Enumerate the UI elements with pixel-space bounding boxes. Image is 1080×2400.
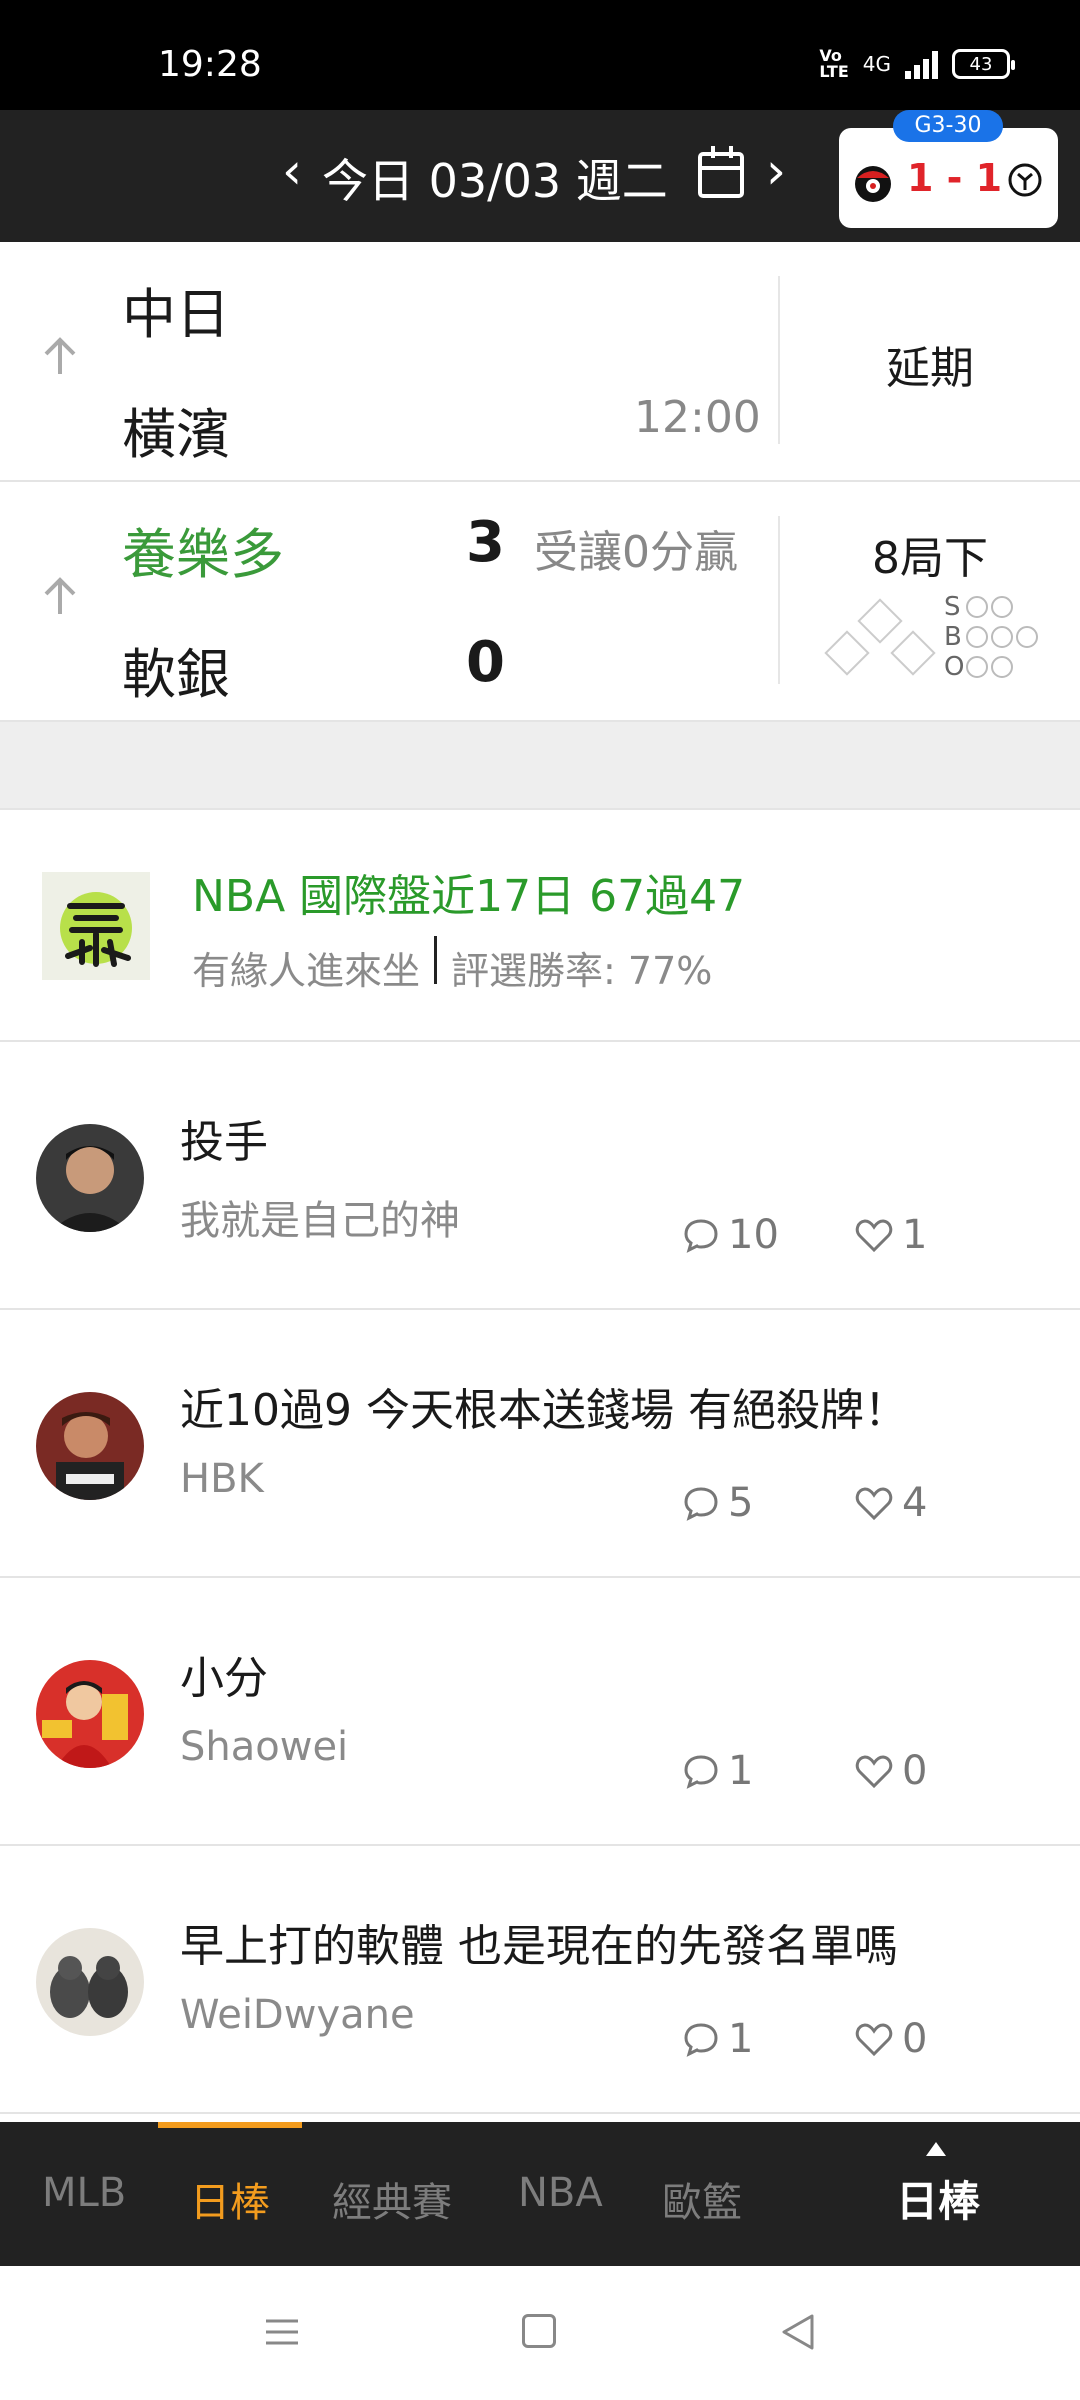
like-count-value: 1 xyxy=(902,1212,928,1258)
like-count[interactable]: 0 xyxy=(854,1748,927,1794)
next-day-button[interactable]: › xyxy=(766,142,786,200)
series-badge: G3-30 xyxy=(893,110,1003,142)
game-status: 8局下 xyxy=(872,533,988,584)
team-logo-icon xyxy=(1008,163,1042,197)
comment-count-value: 1 xyxy=(728,2016,754,2062)
comment-count[interactable]: 1 xyxy=(682,1748,753,1794)
home-score: 3 xyxy=(466,510,505,575)
network-label: 4G xyxy=(862,52,891,76)
battery-level: 43 xyxy=(969,53,993,75)
post-author: HBK xyxy=(180,1456,264,1502)
tab-wbc[interactable]: 經典賽 xyxy=(332,2170,452,2228)
heart-icon xyxy=(855,1487,893,1521)
divider xyxy=(434,936,438,984)
expand-up-icon[interactable] xyxy=(926,2142,946,2156)
avatar xyxy=(36,1392,144,1500)
comment-count-value: 1 xyxy=(728,1748,754,1794)
tipster-logo-icon xyxy=(42,872,150,980)
signal-icon xyxy=(905,49,938,79)
calendar-icon[interactable] xyxy=(698,146,744,198)
live-score-pill[interactable]: 1 - 1 xyxy=(839,128,1058,228)
tipster-title: NBA 國際盤近17日 67過47 xyxy=(192,871,746,922)
post-title: 近10過9 今天根本送錢場 有絕殺牌！ xyxy=(180,1385,908,1436)
strike-label: S xyxy=(944,592,961,622)
tipster-name: 有緣人進來坐 xyxy=(192,949,421,993)
bases-diamond-icon xyxy=(824,598,936,676)
comment-icon xyxy=(684,1755,718,1789)
status-bar: 19:28 Vo LTE 4G 43 xyxy=(0,0,1080,110)
like-count[interactable]: 0 xyxy=(854,2016,927,2062)
pin-up-icon[interactable] xyxy=(38,334,82,378)
tab-mlb[interactable]: MLB xyxy=(42,2170,126,2216)
system-nav-bar xyxy=(0,2266,1080,2400)
battery-icon: 43 xyxy=(952,49,1015,79)
tipster-meta: 有緣人進來坐 評選勝率: 77% xyxy=(192,936,713,995)
post-author: 我就是自己的神 xyxy=(180,1198,460,1244)
post-title: 投手 xyxy=(180,1117,268,1168)
handicap-result: 受讓0分贏 xyxy=(534,527,738,578)
away-team: 軟銀 xyxy=(122,643,230,706)
active-tab-indicator xyxy=(158,2122,302,2128)
like-count-value: 0 xyxy=(902,1748,928,1794)
comment-icon xyxy=(684,2023,718,2057)
avatar xyxy=(36,1124,144,1232)
like-count[interactable]: 4 xyxy=(854,1480,927,1526)
game-status: 延期 xyxy=(886,343,974,394)
game-row[interactable]: 養樂多 軟銀 3 0 受讓0分贏 8局下 S B O xyxy=(0,482,1080,722)
bottom-tab-bar: MLB 日棒 經典賽 NBA 歐籃 日棒 xyxy=(0,2122,1080,2266)
post-item[interactable]: 早上打的軟體 也是現在的先發名單嗎 WeiDwyane 1 0 xyxy=(0,1846,1080,2114)
league-switcher[interactable]: 日棒 xyxy=(896,2168,980,2229)
game-time: 12:00 xyxy=(634,392,761,443)
avatar xyxy=(36,1928,144,2036)
like-count-value: 0 xyxy=(902,2016,928,2062)
status-time: 19:28 xyxy=(158,44,262,85)
heart-icon xyxy=(855,1219,893,1253)
home-team: 養樂多 xyxy=(122,523,284,586)
tab-nba[interactable]: NBA xyxy=(518,2170,603,2216)
recent-apps-icon[interactable] xyxy=(264,2314,300,2350)
comment-count[interactable]: 1 xyxy=(682,2016,753,2062)
comment-icon xyxy=(684,1219,718,1253)
avatar xyxy=(36,1660,144,1768)
like-count[interactable]: 1 xyxy=(854,1212,927,1258)
comment-count-value: 10 xyxy=(728,1212,779,1258)
section-spacer xyxy=(0,722,1080,810)
post-title: 小分 xyxy=(180,1653,268,1704)
game-row[interactable]: 中日 橫濱 12:00 延期 xyxy=(0,242,1080,482)
comment-count[interactable]: 10 xyxy=(682,1212,779,1258)
post-title: 早上打的軟體 也是現在的先發名單嗎 xyxy=(180,1921,898,1972)
post-item[interactable]: 投手 我就是自己的神 10 1 xyxy=(0,1042,1080,1310)
volte-icon: Vo LTE xyxy=(819,46,849,81)
tipster-win-rate: 評選勝率: 77% xyxy=(451,949,713,993)
away-team: 橫濱 xyxy=(122,403,230,466)
tab-npb[interactable]: 日棒 xyxy=(190,2170,270,2228)
heart-icon xyxy=(855,1755,893,1789)
comment-count-value: 5 xyxy=(728,1480,754,1526)
home-icon[interactable] xyxy=(522,2314,556,2348)
heart-icon xyxy=(855,2023,893,2057)
team-logo-icon xyxy=(855,166,891,202)
back-icon[interactable] xyxy=(778,2312,818,2352)
sbo-count: S B O xyxy=(944,592,1054,692)
tipster-card[interactable]: NBA 國際盤近17日 67過47 有緣人進來坐 評選勝率: 77% xyxy=(0,810,1080,1042)
post-author: WeiDwyane xyxy=(180,1992,415,2038)
status-icons: Vo LTE 4G 43 xyxy=(819,46,1015,81)
home-team: 中日 xyxy=(122,283,230,346)
post-author: Shaowei xyxy=(180,1724,349,1770)
date-label: 今日 03/03 週二 xyxy=(322,154,668,208)
post-item[interactable]: 小分 Shaowei 1 0 xyxy=(0,1578,1080,1846)
away-score: 0 xyxy=(466,630,505,695)
pin-up-icon[interactable] xyxy=(38,574,82,618)
out-label: O xyxy=(944,652,965,682)
ball-label: B xyxy=(944,622,962,652)
prev-day-button[interactable]: ‹ xyxy=(282,142,302,200)
live-score: 1 - 1 xyxy=(907,156,1003,200)
comment-icon xyxy=(684,1487,718,1521)
like-count-value: 4 xyxy=(902,1480,928,1526)
post-item[interactable]: 近10過9 今天根本送錢場 有絕殺牌！ HBK 5 4 xyxy=(0,1310,1080,1578)
comment-count[interactable]: 5 xyxy=(682,1480,753,1526)
tab-euroleague[interactable]: 歐籃 xyxy=(662,2170,742,2228)
